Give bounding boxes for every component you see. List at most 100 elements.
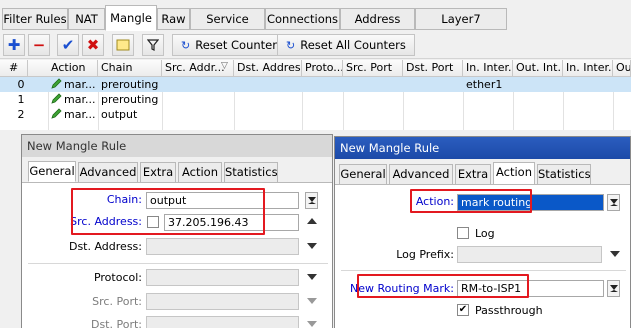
filter-icon [147, 39, 159, 51]
reset-icon: ↻ [286, 38, 296, 52]
dialog-title: New Mangle Rule [335, 137, 630, 159]
col-in-interface[interactable]: In. Inter... [463, 60, 513, 77]
passthrough-label: Passthrough [475, 304, 543, 317]
filter-button[interactable] [142, 34, 164, 56]
expand-arrow-icon[interactable] [610, 251, 620, 257]
row-number: 0 [17, 78, 25, 91]
table-row[interactable]: 2 mar... output [0, 107, 631, 122]
note-icon [116, 39, 130, 51]
chain-dropdown-button[interactable] [305, 192, 318, 209]
row-chain: output [101, 108, 138, 121]
table-header: # Action Chain Src. Addr... Dst. Address… [0, 60, 631, 77]
col-chain[interactable]: Chain [98, 60, 162, 77]
dst-port-label: Dst. Port: [90, 318, 142, 328]
tab-address-lists[interactable]: Address Lists [340, 8, 415, 46]
table-row[interactable]: 0 mar... prerouting ether1 [0, 77, 631, 92]
col-number[interactable]: # [0, 60, 28, 77]
sort-indicator-icon: ▽ [221, 61, 228, 71]
expand-arrow-icon[interactable] [307, 298, 317, 304]
enable-button[interactable]: ✔ [57, 34, 79, 56]
dst-port-field[interactable] [146, 316, 299, 328]
remove-button[interactable]: − [28, 34, 50, 56]
row-action: mar... [48, 92, 98, 107]
col-dst-port[interactable]: Dst. Port [403, 60, 463, 77]
tab-service-ports[interactable]: Service Ports [190, 8, 265, 46]
mangle-rules-table: # Action Chain Src. Addr... Dst. Address… [0, 60, 631, 130]
col-action[interactable]: Action [48, 60, 98, 77]
pencil-icon [51, 78, 62, 89]
col-src-port[interactable]: Src. Port [343, 60, 403, 77]
tab-statistics[interactable]: Statistics [224, 162, 278, 183]
mangle-rule-dialog-general: New Mangle Rule General Advanced Extra A… [21, 134, 333, 328]
cross-icon: ✖ [86, 36, 100, 54]
toolbar: ✚ − ✔ ✖ ↻ Reset Counters ↻ Reset All Cou… [0, 31, 631, 59]
row-chain: prerouting [101, 93, 159, 106]
row-number: 1 [17, 93, 25, 106]
tab-advanced[interactable]: Advanced [389, 164, 453, 185]
tab-general[interactable]: General [339, 164, 387, 185]
checkmark-icon: ✔ [61, 36, 75, 54]
action-dropdown-button[interactable] [607, 194, 620, 211]
tab-extra[interactable]: Extra [455, 164, 491, 185]
highlight-box [357, 274, 529, 298]
minus-icon: − [32, 36, 46, 54]
dropdown-arrow-icon [307, 197, 316, 204]
pencil-icon [51, 108, 62, 119]
tab-layer7-protocols[interactable]: Layer7 Protocols [415, 8, 507, 46]
tab-filter-rules[interactable]: Filter Rules [2, 8, 68, 30]
log-prefix-label: Log Prefix: [396, 248, 454, 261]
reset-all-counters-label: Reset All Counters [300, 38, 406, 52]
expand-arrow-icon[interactable] [307, 321, 317, 327]
col-dst-address[interactable]: Dst. Address [234, 60, 302, 77]
reset-counters-button[interactable]: ↻ Reset Counters [172, 34, 292, 56]
col-in-interface-list[interactable]: In. Inter... [563, 60, 613, 77]
pencil-icon [51, 93, 62, 104]
divider [28, 263, 328, 264]
passthrough-checkbox[interactable]: ✔ [457, 304, 469, 316]
tab-advanced[interactable]: Advanced [78, 162, 138, 183]
expand-arrow-icon[interactable] [307, 243, 317, 249]
log-checkbox[interactable] [457, 227, 469, 239]
src-port-field[interactable] [146, 293, 299, 310]
tab-connections[interactable]: Connections [265, 8, 340, 30]
comment-button[interactable] [112, 34, 134, 56]
reset-counters-label: Reset Counters [195, 38, 283, 52]
col-out-interface-list[interactable]: Out [613, 60, 631, 77]
protocol-field[interactable] [146, 269, 299, 286]
row-in-interface: ether1 [466, 78, 503, 91]
row-number: 2 [17, 108, 25, 121]
tab-statistics[interactable]: Statistics [537, 164, 591, 185]
plus-icon: ✚ [7, 36, 21, 54]
firewall-tabbar: Filter Rules NAT Mangle Raw Service Port… [0, 0, 631, 46]
divider [341, 270, 626, 271]
dialog-title: New Mangle Rule [22, 135, 332, 157]
row-action: mar... [48, 77, 98, 92]
row-chain: prerouting [101, 78, 159, 91]
protocol-label: Protocol: [93, 271, 142, 284]
tab-nat[interactable]: NAT [68, 8, 105, 30]
dropdown-arrow-icon [609, 285, 618, 292]
tab-mangle[interactable]: Mangle [105, 5, 157, 31]
reset-all-counters-button[interactable]: ↻ Reset All Counters [277, 34, 415, 56]
dropdown-arrow-icon [609, 199, 618, 206]
highlight-box [71, 188, 265, 235]
col-protocol[interactable]: Proto... [302, 60, 343, 77]
disable-button[interactable]: ✖ [82, 34, 104, 56]
col-out-interface[interactable]: Out. Int... [513, 60, 563, 77]
table-row[interactable]: 1 mar... prerouting [0, 92, 631, 107]
tab-extra[interactable]: Extra [140, 162, 176, 183]
collapse-arrow-icon[interactable] [307, 218, 317, 224]
highlight-box [410, 189, 532, 213]
tab-action[interactable]: Action [493, 162, 535, 185]
log-prefix-field[interactable] [457, 246, 602, 263]
tab-action[interactable]: Action [178, 162, 222, 183]
row-action: mar... [48, 107, 98, 122]
tab-general[interactable]: General [28, 161, 76, 182]
routing-mark-dropdown-button[interactable] [607, 280, 620, 297]
add-button[interactable]: ✚ [3, 34, 25, 56]
expand-arrow-icon[interactable] [307, 274, 317, 280]
src-port-label: Src. Port: [92, 295, 142, 308]
dst-address-field[interactable] [146, 238, 299, 255]
tab-raw[interactable]: Raw [157, 8, 190, 30]
mangle-rule-dialog-action: New Mangle Rule General Advanced Extra A… [334, 136, 631, 328]
